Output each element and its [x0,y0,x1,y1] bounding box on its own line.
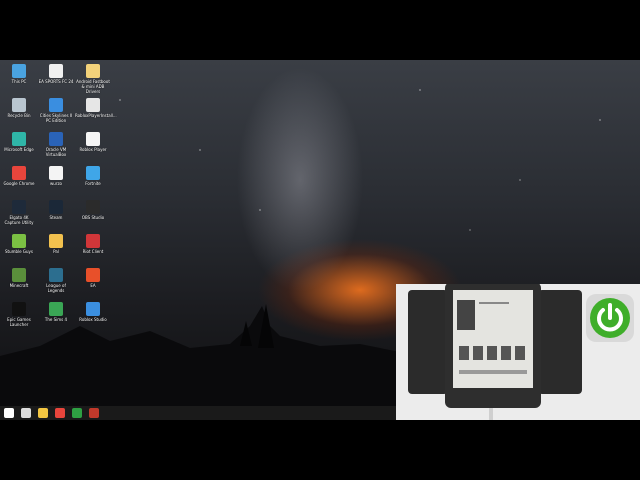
desktop-icon[interactable]: Epic Games Launcher [1,302,37,327]
desktop-icon[interactable]: The Sims 4 [38,302,74,322]
sims-icon [49,302,63,316]
ereader-text-line [479,302,509,304]
chrome-taskbar-button[interactable] [55,408,65,418]
desktop-icon[interactable]: Roblox Studio [75,302,111,322]
stumble-guys-icon [12,234,26,248]
desktop-icon[interactable]: OBS Studio [75,200,111,220]
desktop-icon-label: Steam [49,215,63,220]
obs-icon [86,200,100,214]
desktop-icon-label: wurzo [50,181,62,186]
desktop-icon[interactable]: Steam [38,200,74,220]
desktop-icon[interactable]: Microsoft Edge [1,132,37,152]
letterbox-bottom [0,420,640,480]
usb-cable [489,408,493,420]
desktop-icon-label: Microsoft Edge [4,147,34,152]
desktop-icon[interactable]: Minecraft [1,268,37,288]
ereader-shelf-book [501,346,511,360]
desktop-icon-label: Android Fastboot & mini ADB Drivers [76,79,110,94]
folder-icon [86,64,100,78]
desktop-icon-label: Elgato 4K Capture Utility [4,215,34,225]
desktop-icon-label: Oracle VM VirtualBox [45,147,67,157]
desktop-icon[interactable]: League of Legends [38,268,74,293]
desktop-icon[interactable]: Pal [38,234,74,254]
steam-icon [49,200,63,214]
xbox-taskbar-button[interactable] [72,408,82,418]
desktop-icon-label: Roblox Studio [79,317,107,322]
desktop-icon[interactable]: Google Chrome [1,166,37,186]
start-button[interactable] [4,408,14,418]
edge-icon [12,132,26,146]
desktop-icon-label: OBS Studio [81,215,105,220]
letterbox-top [0,0,640,60]
epic-games-icon [12,302,26,316]
desktop-icon-label: League of Legends [46,283,66,293]
desktop-icon-label: Cities Skylines II PC Edition [39,113,73,123]
desktop-icon[interactable]: RobloxPlayerInstall... [75,98,117,118]
file-icon [49,166,63,180]
desktop-icon[interactable]: Recycle Bin [1,98,37,118]
webcam-overlay [396,284,640,420]
fortnite-icon [86,166,100,180]
chrome-icon [12,166,26,180]
taskbar [0,406,396,420]
ereader-screen [453,290,533,388]
desktop-icon[interactable]: Riot Client [75,234,111,254]
case-left-flap [408,290,448,394]
desktop-icon-label: Recycle Bin [7,113,31,118]
computer-icon [12,64,26,78]
file-explorer-button[interactable] [38,408,48,418]
desktop-icon[interactable]: Cities Skylines II PC Edition [38,98,74,123]
desktop-icon[interactable]: Fortnite [75,166,111,186]
ea-fc-icon [49,64,63,78]
recording-taskbar-button[interactable] [89,408,99,418]
desktop-icon-label: Roblox Player [79,147,107,152]
desktop-icon[interactable]: Roblox Player [75,132,111,152]
ereader-book-cover [457,300,475,330]
ereader-shelf-book [473,346,483,360]
desktop-icon-label: Stumble Guys [4,249,33,254]
pal-icon [49,234,63,248]
minecraft-icon [12,268,26,282]
desktop-icon-label: Minecraft [9,283,29,288]
cities-skylines-icon [49,98,63,112]
riot-icon [86,234,100,248]
elgato-icon [12,200,26,214]
desktop-icon-grid: This PC EA SPORTS FC 24 Android Fastboot &… [0,60,120,406]
task-view-button[interactable] [21,408,31,418]
desktop-icon[interactable]: wurzo [38,166,74,186]
roblox-installer-icon [86,98,100,112]
desktop-icon[interactable]: Oracle VM VirtualBox [38,132,74,157]
roblox-studio-icon [86,302,100,316]
desktop-icon[interactable]: This PC [1,64,37,84]
desktop-icon-label: The Sims 4 [44,317,68,322]
desktop-icon-label: Pal [53,249,59,254]
desktop-icon[interactable]: EA [75,268,111,288]
case-right-flap [538,290,582,394]
desktop-icon-label: Google Chrome [3,181,35,186]
desktop-icon[interactable]: Stumble Guys [1,234,37,254]
desktop-icon-label: This PC [11,79,27,84]
ereader-device [445,284,541,408]
ereader-shelf-book [487,346,497,360]
desktop-icon-label: Riot Client [82,249,104,254]
ereader-nav-bar [459,370,527,374]
desktop-icon-label: RobloxPlayerInstall... [75,113,117,118]
league-icon [49,268,63,282]
virtualbox-icon [49,132,63,146]
ea-icon [86,268,100,282]
desktop-icon[interactable]: Elgato 4K Capture Utility [1,200,37,225]
recycle-bin-icon [12,98,26,112]
power-logo [586,294,634,342]
desktop-icon[interactable]: EA SPORTS FC 24 [38,64,74,84]
desktop-icon-label: Fortnite [85,181,101,186]
ereader-shelf-book [459,346,469,360]
roblox-icon [86,132,100,146]
desktop-icon-label: EA [90,283,96,288]
desktop-icon-label: Epic Games Launcher [7,317,31,327]
desktop-icon-label: EA SPORTS FC 24 [38,79,74,84]
desktop-icon[interactable]: Android Fastboot & mini ADB Drivers [75,64,111,94]
power-icon [590,298,630,338]
ereader-shelf-book [515,346,525,360]
